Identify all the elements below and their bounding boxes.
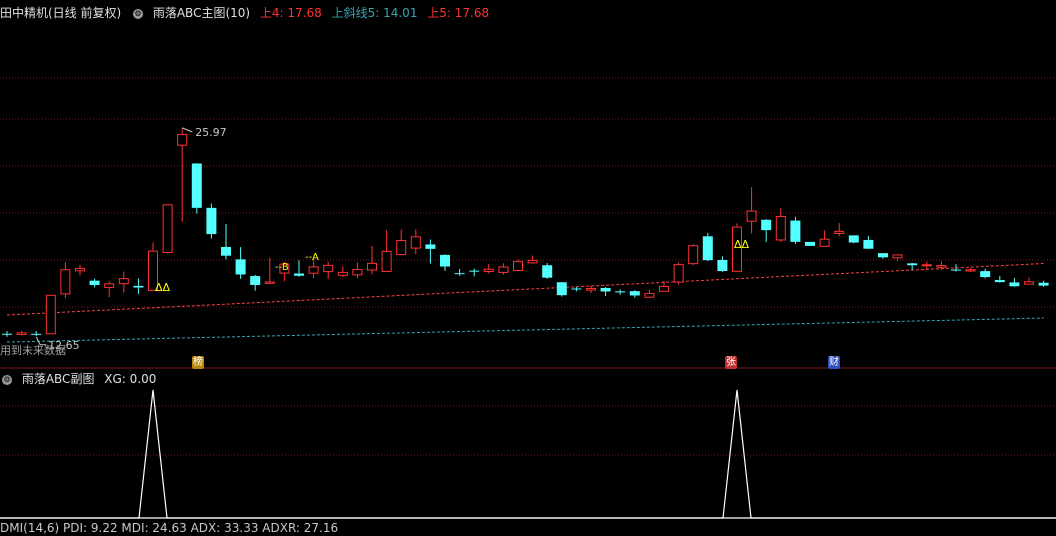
candle-body (863, 239, 874, 249)
candle-body (133, 285, 144, 288)
tag-cai[interactable]: 财 (828, 356, 840, 369)
dmi-header: DMI(14,6) PDI: 9.22 MDI: 24.63 ADX: 33.3… (0, 520, 344, 536)
candle-body (250, 276, 261, 285)
candle-body (761, 219, 772, 231)
candle-body (323, 264, 334, 273)
candle-body (16, 332, 27, 335)
candle-body (556, 282, 567, 296)
candle-body (118, 278, 129, 285)
candle-body (907, 263, 918, 266)
candle-body (89, 280, 100, 285)
candle-body (337, 271, 348, 276)
candle-body (410, 236, 421, 249)
candle-body (775, 215, 786, 241)
candle-body (542, 265, 553, 278)
candle-body (586, 287, 596, 291)
candle-body (367, 262, 377, 271)
xg-value: XG: 0.00 (104, 372, 157, 386)
tag-zhang[interactable]: 张 (725, 356, 737, 369)
candle-body (951, 269, 961, 271)
candle-body (264, 281, 275, 284)
candle-body (2, 333, 12, 335)
candle-body (702, 236, 713, 261)
sub-settings-gear-icon[interactable]: ⚙ (2, 374, 12, 385)
candle-body (921, 264, 932, 267)
future-data-note: 用到未来数据 (0, 344, 66, 357)
high-price-label: 25.97 (195, 126, 227, 139)
high-pointer (182, 127, 193, 133)
candle-body (1024, 281, 1034, 285)
candle-body (819, 238, 830, 247)
candle-body (746, 210, 757, 222)
candle-body (352, 269, 363, 276)
candle-body (527, 259, 538, 264)
sub-indicator-name[interactable]: 雨落ABC副图 (22, 372, 95, 386)
candle-body (615, 291, 626, 293)
candle-body (805, 241, 815, 246)
candle-body (1009, 282, 1020, 287)
tag-bang[interactable]: 榜 (192, 356, 204, 369)
candle-body (440, 254, 450, 267)
candle-body (191, 163, 202, 208)
candle-body (294, 273, 304, 276)
signal-marker-1: ΔΔ (155, 281, 171, 294)
candle-body (483, 268, 494, 272)
candle-body (892, 254, 903, 259)
candle-body (571, 288, 582, 290)
candle-body (513, 261, 523, 272)
candle-body (498, 266, 509, 273)
sub-chart-header: ⚙ 雨落ABC副图 XG: 0.00 (0, 371, 162, 387)
candle-body (425, 244, 436, 249)
candle-body (162, 204, 173, 254)
lower-slope-line (6, 317, 1044, 343)
candle-body (629, 291, 640, 296)
candle-body (396, 239, 407, 256)
candle-body (848, 235, 859, 243)
candle-body (75, 267, 85, 272)
candle-body (45, 294, 56, 335)
candle-body (878, 253, 888, 258)
label-a: --A (305, 252, 319, 263)
candle-body (600, 287, 611, 292)
candle-body (994, 280, 1005, 283)
candle-body (104, 283, 115, 288)
candle-body (688, 245, 699, 265)
candle-body (308, 266, 319, 274)
candle-body (790, 220, 801, 242)
xg-signal-peak (0, 389, 1056, 519)
candle-body (381, 250, 392, 272)
label-b: --B (275, 262, 289, 273)
candle-body (454, 273, 465, 275)
candle-body (60, 269, 71, 295)
xg-signal-peak (0, 389, 1056, 519)
signal-marker-2: ΔΔ (734, 238, 750, 251)
candle-body (673, 264, 684, 283)
candle-body (980, 271, 991, 278)
candle-body (659, 285, 669, 292)
candle-body (469, 270, 480, 272)
kline-chart[interactable]: 25.9712.65--B--AΔΔΔΔ (0, 0, 1056, 528)
candle-body (834, 230, 845, 234)
candle-body (965, 269, 976, 272)
candle-body (1038, 282, 1049, 286)
candle-body (235, 259, 246, 275)
dmi-values: DMI(14,6) PDI: 9.22 MDI: 24.63 ADX: 33.3… (0, 521, 339, 535)
candle-body (717, 260, 728, 271)
candle-body (936, 265, 947, 268)
candle-body (177, 133, 188, 146)
candle-body (31, 333, 42, 335)
candle-body (221, 246, 231, 256)
candle-body (206, 207, 217, 235)
candle-body (644, 292, 655, 298)
